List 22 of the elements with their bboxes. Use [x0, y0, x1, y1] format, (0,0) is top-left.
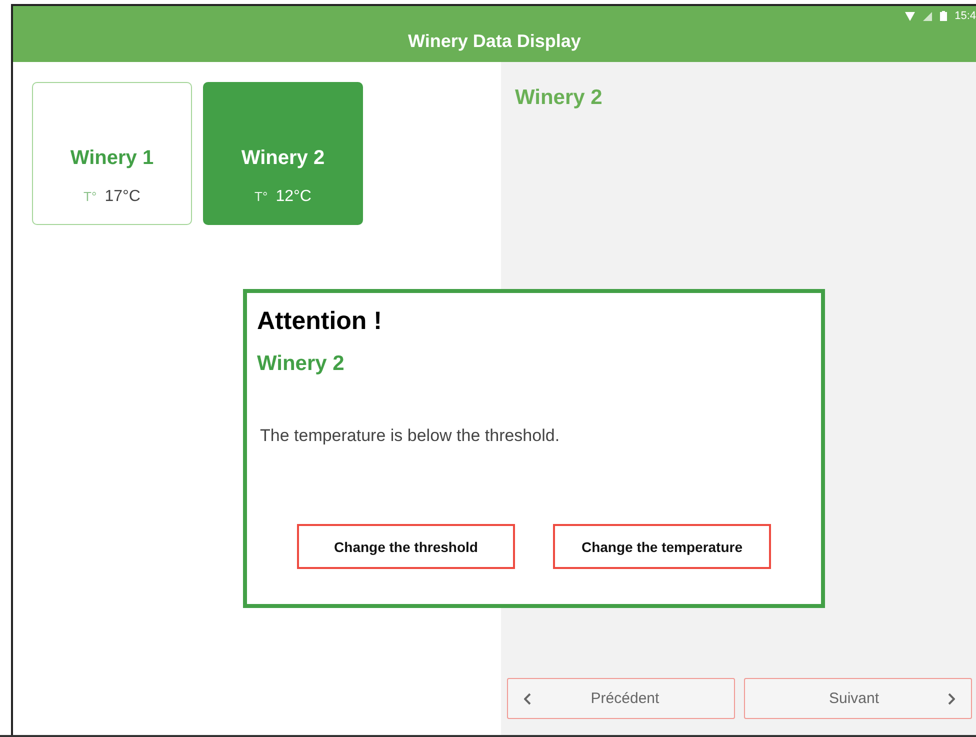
status-time: 15:4 [954, 10, 976, 22]
chevron-left-icon [524, 692, 532, 704]
temperature-value: 17°C [104, 188, 140, 206]
wifi-icon [904, 12, 915, 20]
dialog-title: Attention ! [257, 307, 383, 336]
dialog-subtitle: Winery 2 [257, 352, 346, 376]
previous-button[interactable]: Précédent [507, 678, 735, 719]
dialog-message: The temperature is below the threshold. [260, 426, 561, 446]
detail-title: Winery 2 [515, 86, 604, 110]
next-button[interactable]: Suivant [744, 678, 972, 719]
app-title: Winery Data Display [408, 31, 581, 52]
signal-icon [922, 12, 932, 20]
dialog-button[interactable]: Change the threshold [297, 524, 515, 569]
battery-icon [940, 11, 947, 21]
temperature-label: T° [254, 189, 268, 204]
temperature-label: T° [84, 189, 97, 204]
temperature-value: 12°C [276, 188, 312, 206]
dialog-button[interactable]: Change the temperature [553, 524, 771, 569]
winery-card[interactable]: Winery 1 T° 17°C [32, 82, 192, 225]
winery-name: Winery 1 [70, 147, 154, 170]
winery-name: Winery 2 [241, 147, 325, 170]
chevron-right-icon [947, 692, 955, 704]
